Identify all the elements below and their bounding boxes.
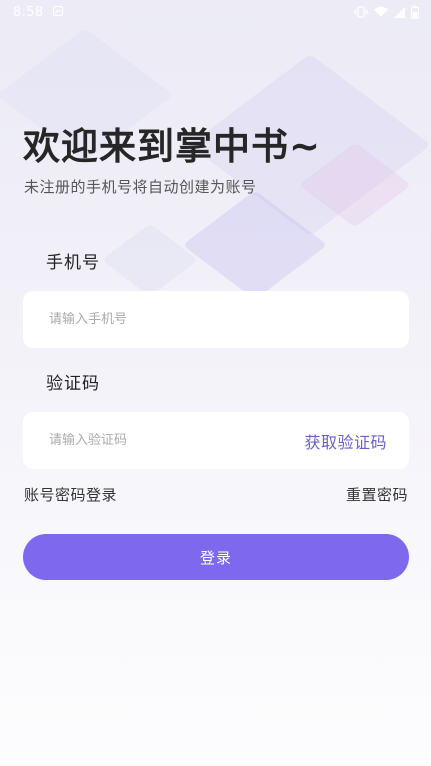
vibrate-icon [354,6,368,18]
verification-code-input[interactable] [49,433,305,448]
status-bar: 8:58 [0,0,431,24]
reset-password-link[interactable]: 重置密码 [346,484,408,505]
code-field-container: 获取验证码 [23,412,409,469]
wifi-icon [374,6,388,18]
login-button[interactable]: 登录 [23,534,409,580]
phone-label: 手机号 [46,253,100,273]
page-subtitle: 未注册的手机号将自动创建为账号 [24,178,257,196]
notification-icon [53,5,64,20]
code-label: 验证码 [46,374,100,394]
decorative-cube [182,190,328,300]
phone-input[interactable] [49,312,387,327]
phone-field-container [23,291,409,348]
status-time: 8:58 [13,4,44,20]
get-code-button[interactable]: 获取验证码 [304,429,387,453]
signal-icon [394,6,405,18]
decorative-cube [101,223,199,297]
password-login-link[interactable]: 账号密码登录 [24,484,117,505]
page-title: 欢迎来到掌中书~ [23,125,322,168]
battery-icon [411,5,419,19]
